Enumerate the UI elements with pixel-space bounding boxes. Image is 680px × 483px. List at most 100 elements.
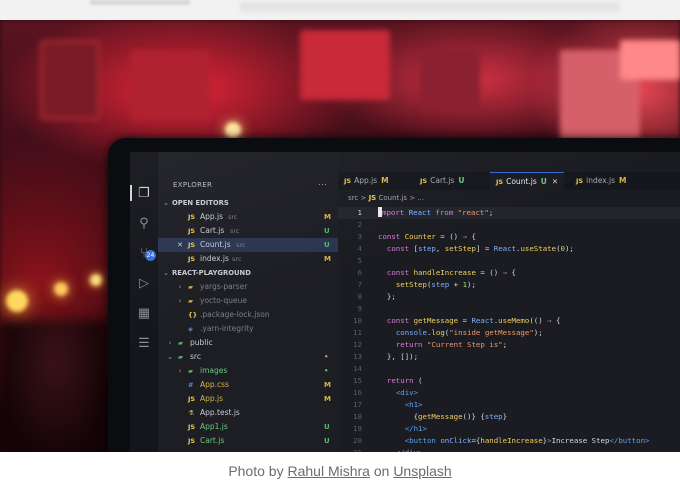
json-file-icon: {}: [188, 311, 198, 319]
tab-app-js[interactable]: JS App.js M: [344, 172, 389, 190]
active-indicator: [130, 185, 132, 201]
folder-icon: ▰: [188, 367, 193, 375]
tree-item[interactable]: ◈ .yarn-integrity: [158, 322, 338, 336]
code-line: 12 return "Current Step is";: [353, 340, 508, 349]
js-file-icon: JS: [420, 177, 428, 185]
code-line: 4 const [step, setStep] = React.useState…: [357, 244, 574, 253]
js-file-icon: JS: [496, 178, 504, 186]
laptop-screen: ❐ ⚲ ⑂ 24 ▷ ▦ ☰ EXPLORER ··· ⌄ OPEN EDITO…: [130, 152, 680, 452]
code-line: 17 <h1>: [353, 400, 423, 409]
js-file-icon: JS: [344, 177, 352, 185]
tree-item[interactable]: › ▰ yargs-parser: [158, 280, 338, 294]
tree-item[interactable]: › ▰ public: [158, 336, 338, 350]
code-line: 3 const Counter = () ⇒ {: [357, 232, 476, 241]
breadcrumb-separator: >: [360, 194, 367, 202]
folder-icon: ▰: [188, 283, 193, 291]
code-line: 5: [357, 256, 362, 265]
unsplash-link[interactable]: Unsplash: [393, 463, 451, 479]
bokeh-light: [225, 122, 241, 138]
chevron-down-icon: ⌄: [167, 353, 173, 361]
code-line: 8 };: [357, 292, 396, 301]
code-line: 19 </h1>: [353, 424, 427, 433]
tree-item[interactable]: # App.css M: [158, 378, 338, 392]
code-line: 11 console.log("inside getMessage");: [353, 328, 543, 337]
yarn-file-icon: ◈: [188, 325, 193, 333]
tree-item[interactable]: {} .package-lock.json: [158, 308, 338, 322]
wall-poster: [130, 50, 210, 120]
code-line: 9: [357, 304, 362, 313]
bokeh-light: [90, 274, 102, 286]
chevron-right-icon: ›: [168, 339, 172, 347]
code-line: 20 <button onClick={handleIncrease}>Incr…: [353, 436, 650, 445]
tab-cart-js[interactable]: JS Cart.js U: [420, 172, 464, 190]
caption-middle: on: [373, 463, 390, 479]
files-icon[interactable]: ❐: [137, 186, 151, 200]
bokeh-light: [6, 290, 28, 312]
wall-poster: [620, 40, 680, 80]
source-control-badge: 24: [145, 250, 156, 261]
wall-poster: [300, 30, 390, 100]
open-editors-header[interactable]: ⌄ OPEN EDITORS: [158, 196, 338, 210]
folder-icon: ▰: [188, 297, 193, 305]
tab-index-js[interactable]: JS index.js M: [576, 172, 626, 190]
more-actions-icon[interactable]: ···: [318, 179, 327, 189]
js-file-icon: JS: [188, 255, 196, 263]
search-icon[interactable]: ⚲: [137, 216, 151, 230]
code-line: 10 const getMessage = React.useMemo(() ⇒…: [353, 316, 561, 325]
js-file-icon: JS: [188, 213, 196, 221]
run-debug-icon[interactable]: ▷: [137, 276, 151, 290]
code-line: 15 return (: [353, 376, 423, 385]
caption-prefix: Photo by: [228, 463, 284, 479]
js-file-icon: JS: [188, 227, 196, 235]
js-file-icon: JS: [368, 194, 377, 202]
js-file-icon: JS: [188, 423, 196, 431]
author-link[interactable]: Rahul Mishra: [287, 463, 369, 479]
open-editor-item-active[interactable]: ✕ JS Count.js src U: [158, 238, 338, 252]
tab-count-js[interactable]: JS Count.js U ✕: [490, 172, 565, 190]
folder-icon: ▰: [178, 353, 183, 361]
code-line: 2: [357, 220, 362, 229]
tree-item[interactable]: › ▰ yocto-queue: [158, 294, 338, 308]
tree-item[interactable]: JS Cart.js U: [158, 434, 338, 448]
explorer-panel: EXPLORER ··· ⌄ OPEN EDITORS JS App.js sr…: [158, 152, 338, 452]
editor-area: JS App.js M JS Cart.js U JS Count.js U ✕ JS inde…: [338, 152, 680, 452]
code-line: 1 mport React from "react";: [338, 207, 680, 219]
folder-icon: ▰: [178, 339, 183, 347]
project-header[interactable]: ⌄ REACT-PLAYGROUND: [158, 266, 338, 280]
tree-item[interactable]: ⌄ ▰ src •: [158, 350, 338, 364]
breadcrumb-file[interactable]: Count.js: [378, 194, 407, 202]
css-file-icon: #: [188, 381, 194, 389]
js-file-icon: JS: [188, 241, 196, 249]
tree-item[interactable]: JS App.js M: [158, 392, 338, 406]
top-page-strip: [0, 0, 680, 20]
chevron-down-icon: ⌄: [163, 269, 169, 277]
explorer-title: EXPLORER: [173, 181, 213, 189]
open-editor-item[interactable]: JS App.js src M: [158, 210, 338, 224]
test-file-icon: ⚗: [188, 409, 194, 417]
breadcrumb: src > JS Count.js > ...: [348, 194, 424, 202]
tree-item[interactable]: ⚗ App.test.js: [158, 406, 338, 420]
photo-caption: Photo by Rahul Mishra on Unsplash: [0, 463, 680, 479]
outline-icon[interactable]: ☰: [137, 336, 151, 350]
bokeh-light: [54, 282, 68, 296]
close-icon[interactable]: ✕: [176, 238, 184, 252]
extensions-icon[interactable]: ▦: [137, 306, 151, 320]
close-icon[interactable]: ✕: [552, 177, 558, 186]
chevron-right-icon: ›: [178, 367, 182, 375]
tree-item[interactable]: JS App1.js U: [158, 420, 338, 434]
tree-item[interactable]: › ▰ images •: [158, 364, 338, 378]
tab-bar: JS App.js M JS Cart.js U JS Count.js U ✕ JS inde…: [338, 172, 680, 190]
code-line: 21 </div>: [338, 447, 680, 452]
blurred-heading-fragment: [90, 0, 190, 5]
breadcrumb-more[interactable]: > ...: [409, 194, 424, 202]
code-line: 7 setStep(step + 1);: [357, 280, 476, 289]
breadcrumb-folder[interactable]: src: [348, 194, 358, 202]
chevron-right-icon: ›: [178, 283, 182, 291]
blurred-foreground-shape: [0, 320, 110, 452]
open-editor-item[interactable]: JS Cart.js src U: [158, 224, 338, 238]
js-file-icon: JS: [188, 395, 196, 403]
blurred-text-fragment: [240, 2, 620, 12]
code-line: 18 {getMessage()} {step}: [353, 412, 508, 421]
open-editor-item[interactable]: JS index.js src M: [158, 252, 338, 266]
wall-poster: [420, 50, 480, 110]
